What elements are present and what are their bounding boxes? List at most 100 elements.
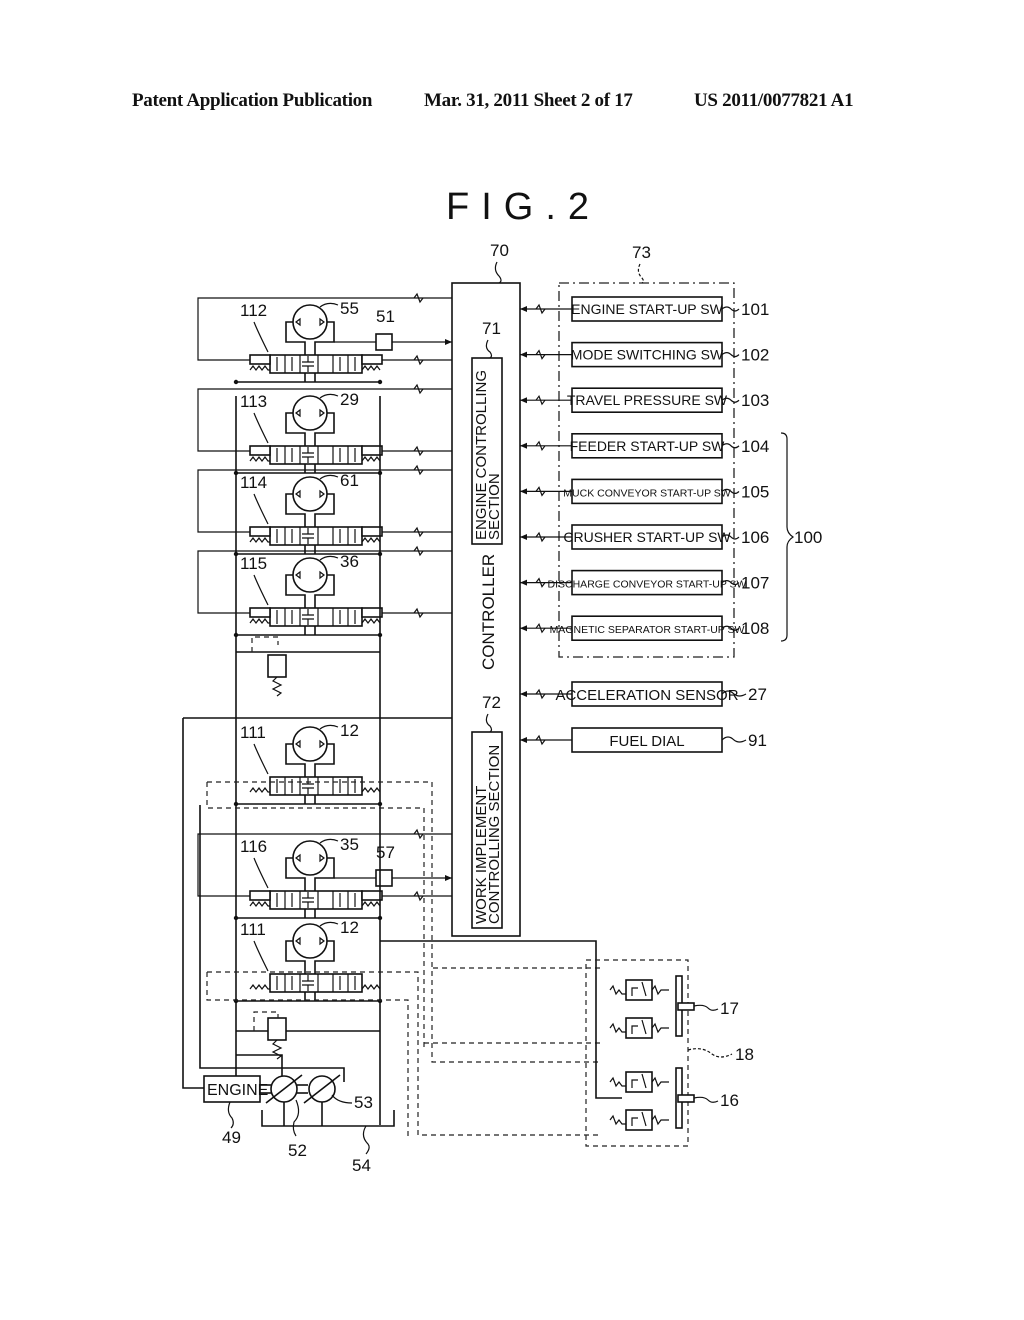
engine-pump-group: ENGINE 49 52 53 54 [203, 1074, 395, 1175]
valve-leader [253, 743, 269, 775]
engine-label: ENGINE [207, 1082, 268, 1099]
motor-ref: 12 [340, 918, 359, 937]
sensor-ref: 27 [748, 685, 767, 704]
pilot-block-leader [687, 1048, 733, 1058]
switch-label: ENGINE START-UP SW [571, 301, 723, 317]
ref-leader [721, 306, 740, 312]
valve-ref: 115 [240, 554, 267, 573]
valve-leader [253, 574, 269, 606]
spring-left-icon [249, 537, 270, 543]
sensor-label: ACCELERATION SENSOR [555, 687, 738, 704]
pilot-line-c [207, 971, 600, 1136]
solenoid-left [249, 445, 271, 456]
sensor-box [375, 333, 393, 351]
switch-row: ENGINE START-UP SW 101 [520, 296, 769, 322]
sensor-box-ref: 51 [376, 307, 395, 326]
spring-left-icon [249, 618, 270, 624]
solenoid-right [361, 354, 383, 365]
valve-port-lines [304, 373, 316, 382]
pump-52-ref: 52 [288, 1141, 307, 1160]
switch-label: TRAVEL PRESSURE SW [567, 392, 728, 408]
motor-leader [319, 393, 339, 399]
spring-left-icon [249, 901, 270, 907]
motor-ref: 55 [340, 299, 359, 318]
bracket-100 [780, 432, 795, 642]
pilot-line-a [207, 781, 600, 1063]
sensor-label: FUEL DIAL [609, 733, 684, 750]
spring-right-icon [361, 537, 381, 543]
switch-ref: 108 [741, 619, 769, 638]
valve-leader [253, 857, 269, 889]
valve-port-lines [304, 545, 316, 554]
switch-label: DISCHARGE CONVEYOR START-UP SW [548, 579, 747, 591]
sensor-box [375, 869, 393, 887]
relief-valve-lower [267, 1017, 287, 1041]
motor-ref: 61 [340, 471, 359, 490]
switch-label: MAGNETIC SEPARATOR START-UP SW [550, 624, 745, 636]
switch-group-ref: 73 [632, 243, 651, 262]
relief-spring-upper [271, 676, 283, 697]
hydraulic-motor-icon [292, 840, 328, 876]
valve-ref: 111 [240, 723, 266, 742]
switch-row: MODE SWITCHING SW 102 [520, 341, 769, 368]
arrow-icon [520, 625, 527, 632]
motor-leader [319, 921, 339, 927]
switch-ref: 101 [741, 300, 769, 319]
relief-pilot-upper [251, 636, 279, 652]
sensor-row: ACCELERATION SENSOR 27 [520, 681, 767, 707]
lever-16[interactable] [677, 1094, 695, 1103]
solenoid-left [249, 526, 271, 537]
valve-port-lines [304, 626, 316, 635]
spring-left-icon [249, 984, 270, 990]
valve-unit: 12 111 [233, 721, 383, 807]
sensor-box-ref: 57 [376, 843, 395, 862]
switch-row: MUCK CONVEYOR START-UP SW 105 [520, 478, 769, 505]
motor-leader [319, 838, 339, 844]
junction-dot [233, 379, 239, 385]
arrow-icon [520, 579, 527, 586]
arrow-icon [520, 534, 527, 540]
lever-16-leader [693, 1096, 719, 1103]
arrow-icon [520, 351, 527, 358]
motor-ref: 29 [340, 390, 359, 409]
motor-ref: 35 [340, 835, 359, 854]
valve-ref: 112 [240, 301, 267, 320]
engine-section-ref: 71 [482, 319, 501, 338]
switch-row: MAGNETIC SEPARATOR START-UP SW108 [520, 615, 769, 642]
hydraulic-circuit-diagram: 70 CONTROLLER 71 ENGINE CONTROLLING SECT… [182, 241, 822, 1175]
arrow-icon [520, 488, 527, 495]
switch-ref: 102 [741, 346, 769, 365]
pilot-valve-body [625, 1017, 653, 1039]
valve-unit: 55 112 [197, 292, 452, 385]
spring-right-icon [361, 901, 381, 907]
hydraulic-motor-icon [292, 395, 328, 431]
spring-right-icon [361, 618, 381, 624]
tank-54 [261, 1110, 395, 1127]
trunk-lines [182, 396, 622, 1138]
pilot-valve [609, 979, 669, 1001]
ref-leader [721, 352, 740, 358]
wireless-zigzag-icon [413, 383, 424, 457]
tank-leader [362, 1125, 370, 1155]
solenoid-right [361, 445, 383, 456]
hydraulic-motor-icon [292, 923, 328, 959]
motor-ref: 12 [340, 721, 359, 740]
lever-17[interactable] [677, 1002, 695, 1011]
switch-ref: 105 [741, 482, 769, 501]
controller-block: 70 CONTROLLER 71 ENGINE CONTROLLING SECT… [451, 241, 521, 937]
valve-leader [253, 940, 269, 972]
valve-leader [253, 412, 269, 444]
junction-dot [377, 379, 383, 385]
pump-53-leader [331, 1094, 353, 1104]
wireless-zigzag-icon [413, 464, 424, 538]
valve-ref: 111 [240, 920, 266, 939]
solenoid-left [249, 607, 271, 618]
sensor-ref: 91 [748, 731, 767, 750]
lever-17-ref: 17 [720, 999, 739, 1018]
engine-ref: 49 [222, 1128, 241, 1147]
valve-port-lines [304, 795, 316, 804]
valve-leader [253, 493, 269, 525]
pilot-valve [609, 1017, 669, 1039]
switch-ref: 107 [741, 574, 769, 593]
switch-ref: 106 [741, 528, 769, 547]
